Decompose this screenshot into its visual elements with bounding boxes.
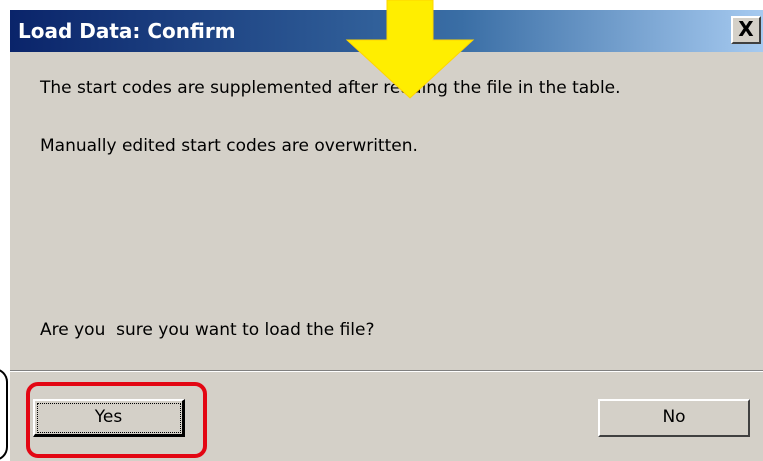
no-button[interactable]: No xyxy=(598,399,750,437)
divider xyxy=(10,370,763,372)
confirm-question: Are you sure you want to load the file? xyxy=(40,320,375,340)
down-arrow-icon xyxy=(345,0,475,99)
annotation-bracket xyxy=(0,368,8,461)
message-line-2: Manually edited start codes are overwrit… xyxy=(40,136,418,156)
yes-button[interactable]: Yes xyxy=(33,399,185,437)
message-line-1: The start codes are supplemented after r… xyxy=(40,78,621,98)
close-button[interactable]: X xyxy=(731,16,761,44)
dialog-title: Load Data: Confirm xyxy=(18,19,236,43)
